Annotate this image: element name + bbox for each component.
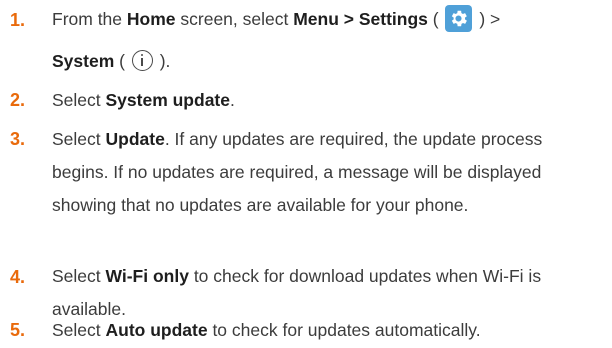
info-icon [131, 50, 153, 71]
text-run: Select [52, 266, 106, 286]
gear-icon [445, 5, 473, 32]
text-run: Select [52, 320, 106, 340]
step-text: From the Home screen, select Menu > Sett… [52, 0, 600, 82]
menu-settings-label: Menu > Settings [293, 9, 428, 29]
update-label: Update [105, 129, 165, 149]
home-label: Home [126, 9, 176, 29]
step-text: Select Wi-Fi only to check for download … [52, 260, 552, 326]
step-number: 2. [10, 90, 26, 110]
text-run: ( [114, 51, 130, 71]
step-number: 1. [10, 10, 26, 30]
system-label: System [52, 51, 115, 71]
text-run: to check for updates automatically. [207, 320, 481, 340]
step-number: 4. [10, 267, 26, 287]
text-run: ) > [474, 9, 501, 29]
auto-update-label: Auto update [105, 320, 208, 340]
text-run: Select [52, 90, 106, 110]
text-run: From the [52, 9, 127, 29]
step-text: Select System update. [52, 88, 600, 112]
step-text: Select Auto update to check for updates … [52, 318, 600, 342]
text-run: screen, select [175, 9, 294, 29]
text-run: . [229, 90, 235, 110]
wifi-only-label: Wi-Fi only [105, 266, 189, 286]
instructions-document: 1. From the Home screen, select Menu > S… [0, 0, 612, 348]
text-run: ( [427, 9, 444, 29]
text-run: ). [154, 51, 171, 71]
step-number: 5. [10, 320, 26, 340]
text-run: Select [52, 129, 106, 149]
step-number: 3. [10, 129, 26, 149]
system-update-label: System update [105, 90, 230, 110]
step-text: Select Update. If any updates are requir… [52, 123, 552, 222]
